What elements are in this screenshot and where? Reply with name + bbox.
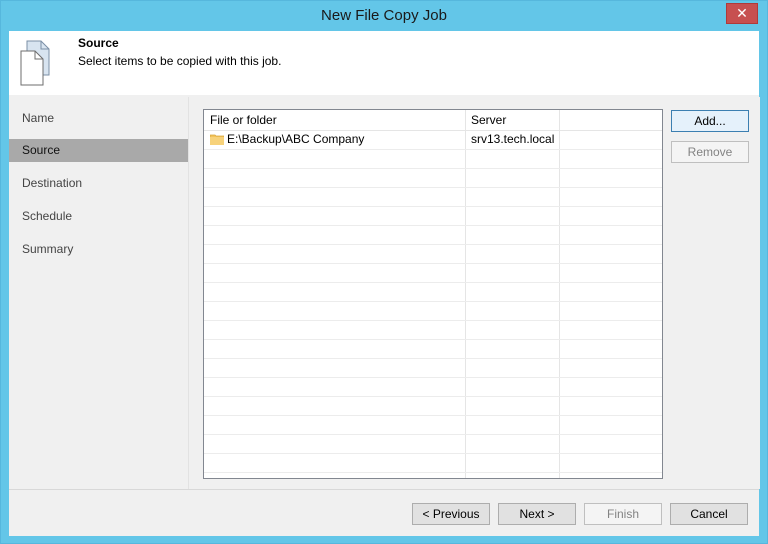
grid-row-line — [204, 320, 662, 321]
grid-row-line — [204, 225, 662, 226]
step-header: Source Select items to be copied with th… — [9, 31, 759, 95]
grid-row-line — [204, 206, 662, 207]
grid-row-line — [204, 187, 662, 188]
grid-row-line — [204, 434, 662, 435]
close-button[interactable]: ✕ — [726, 3, 758, 24]
column-header-empty[interactable] — [559, 110, 662, 130]
wizard-window: New File Copy Job ✕ Source Select items … — [0, 0, 768, 544]
grid-row-line — [204, 301, 662, 302]
grid-row-line — [204, 358, 662, 359]
add-button[interactable]: Add... — [671, 110, 749, 132]
wizard-client-area: Source Select items to be copied with th… — [9, 31, 760, 536]
grid-header: File or folder Server — [204, 110, 662, 131]
nav-item-summary[interactable]: Summary — [9, 238, 188, 261]
row-path: E:\Backup\ABC Company — [227, 132, 365, 146]
table-row[interactable]: E:\Backup\ABC Company srv13.tech.local — [204, 130, 662, 149]
window-title: New File Copy Job — [321, 7, 447, 24]
next-button[interactable]: Next > — [498, 503, 576, 525]
cancel-button[interactable]: Cancel — [670, 503, 748, 525]
remove-button[interactable]: Remove — [671, 141, 749, 163]
file-copy-icon — [20, 40, 50, 86]
source-items-grid[interactable]: File or folder Server E:\Backup\ABC Comp… — [203, 109, 663, 479]
row-server: srv13.tech.local — [471, 132, 555, 146]
grid-row-line — [204, 263, 662, 264]
grid-row-line — [204, 453, 662, 454]
wizard-footer: < Previous Next > Finish Cancel — [9, 489, 759, 536]
close-icon: ✕ — [736, 5, 748, 21]
grid-row-line — [204, 282, 662, 283]
folder-icon — [210, 134, 224, 145]
grid-row-line — [204, 396, 662, 397]
step-title: Source — [78, 36, 119, 50]
previous-button[interactable]: < Previous — [412, 503, 490, 525]
nav-item-destination[interactable]: Destination — [9, 172, 188, 195]
step-content: File or folder Server E:\Backup\ABC Comp… — [188, 97, 760, 489]
grid-row-line — [204, 472, 662, 473]
nav-item-name[interactable]: Name — [9, 107, 188, 130]
grid-row-line — [204, 244, 662, 245]
nav-item-schedule[interactable]: Schedule — [9, 205, 188, 228]
column-header-server[interactable]: Server — [465, 110, 559, 130]
column-header-file-or-folder[interactable]: File or folder — [204, 110, 465, 130]
nav-item-source[interactable]: Source — [9, 139, 188, 162]
column-divider — [465, 110, 466, 478]
grid-row-line — [204, 377, 662, 378]
finish-button[interactable]: Finish — [584, 503, 662, 525]
step-description: Select items to be copied with this job. — [78, 54, 282, 68]
title-bar[interactable]: New File Copy Job ✕ — [1, 1, 767, 31]
grid-row-line — [204, 149, 662, 150]
column-divider — [559, 110, 560, 478]
grid-row-line — [204, 415, 662, 416]
wizard-steps-nav: Name Source Destination Schedule Summary — [9, 97, 188, 489]
grid-row-line — [204, 168, 662, 169]
grid-row-line — [204, 339, 662, 340]
